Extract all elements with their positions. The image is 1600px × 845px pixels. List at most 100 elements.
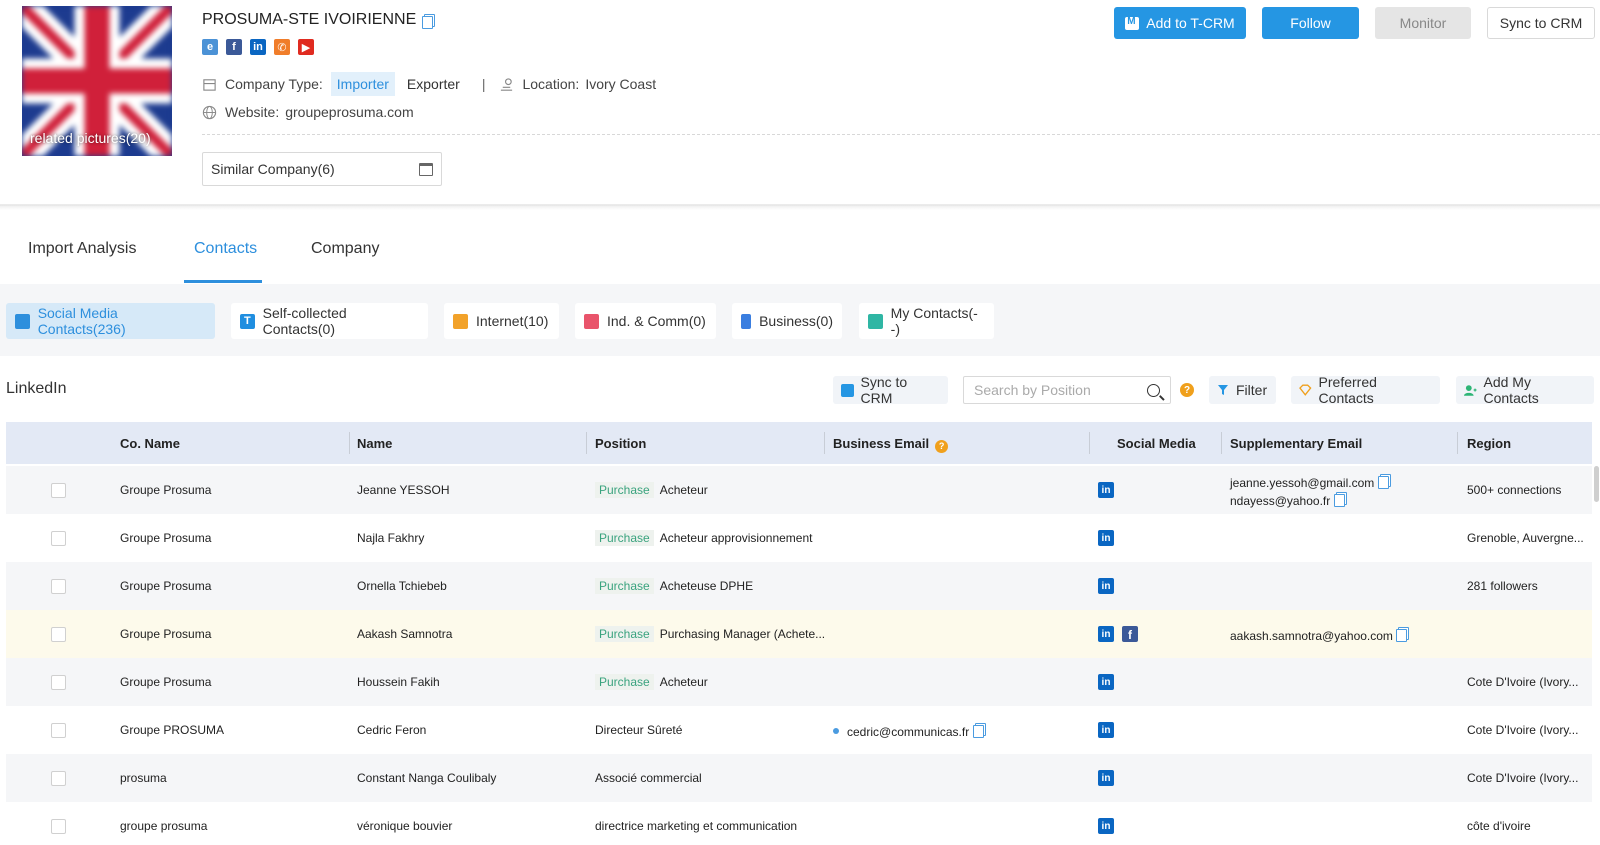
row-checkbox[interactable]: [51, 819, 66, 834]
linkedin-icon[interactable]: in: [1098, 674, 1114, 690]
linkedin-icon[interactable]: in: [1098, 482, 1114, 498]
row-checkbox[interactable]: [51, 531, 66, 546]
linkedin-icon[interactable]: in: [1098, 770, 1114, 786]
sync-to-crm-button[interactable]: Sync to CRM: [1487, 7, 1595, 39]
name-cell[interactable]: Aakash Samnotra: [357, 627, 452, 641]
add-my-label: Add My Contacts: [1483, 374, 1539, 406]
subtab-ind-comm[interactable]: Ind. & Comm(0): [575, 303, 716, 339]
subtab-social-media[interactable]: Social Media Contacts(236): [6, 303, 215, 339]
subtab-internet[interactable]: Internet(10): [444, 303, 559, 339]
company-cell: Groupe Prosuma: [120, 579, 212, 593]
table-row[interactable]: prosuma Constant Nanga Coulibaly Associé…: [6, 754, 1592, 802]
stamp-icon: [584, 313, 599, 329]
linkedin-icon[interactable]: in: [1098, 818, 1114, 834]
table-row[interactable]: Groupe Prosuma Houssein Fakih Purchase Ac…: [6, 658, 1592, 706]
linkedin-icon[interactable]: in: [1098, 530, 1114, 546]
facebook-icon[interactable]: f: [1122, 626, 1138, 642]
col-region[interactable]: Region: [1467, 436, 1511, 451]
col-social-media[interactable]: Social Media: [1117, 436, 1196, 451]
browser-icon[interactable]: e: [202, 39, 218, 55]
position-cell: Purchase Purchasing Manager (Achete...: [595, 626, 825, 642]
supp-email-2[interactable]: ndayess@yahoo.fr: [1230, 494, 1330, 508]
col-name[interactable]: Name: [357, 436, 392, 451]
preferred-contacts-button[interactable]: Preferred Contacts: [1291, 374, 1440, 406]
subtab-my-contacts[interactable]: My Contacts(--): [859, 303, 994, 339]
subtab-business[interactable]: Business(0): [732, 303, 842, 339]
related-pictures-label[interactable]: related pictures(20): [30, 130, 151, 146]
business-email[interactable]: cedric@communicas.fr: [847, 725, 969, 739]
facebook-icon[interactable]: f: [226, 39, 242, 55]
position-cell: Purchase Acheteur: [595, 674, 708, 690]
phone-icon[interactable]: ✆: [274, 39, 290, 55]
position-text: Acheteur: [659, 483, 708, 497]
col-position[interactable]: Position: [595, 436, 646, 451]
add-my-contacts-button[interactable]: Add My Contacts: [1456, 374, 1594, 406]
youtube-icon[interactable]: ▶: [298, 39, 314, 55]
copy-icon[interactable]: [422, 13, 436, 29]
row-checkbox[interactable]: [51, 771, 66, 786]
follow-button[interactable]: Follow: [1262, 7, 1359, 39]
header-shadow: [0, 204, 1600, 210]
add-to-tcrm-button[interactable]: Add to T-CRM: [1114, 7, 1246, 39]
company-cell: Groupe Prosuma: [120, 675, 212, 689]
subtab-label: Business(0): [759, 313, 833, 329]
position-cell: directrice marketing et communication: [595, 819, 798, 833]
table-row[interactable]: groupe prosuma véronique bouvier directr…: [6, 802, 1592, 845]
search-icon[interactable]: [1147, 383, 1160, 397]
company-cell: Groupe Prosuma: [120, 483, 212, 497]
row-checkbox[interactable]: [51, 579, 66, 594]
row-checkbox[interactable]: [51, 483, 66, 498]
col-business-email[interactable]: Business Email?: [833, 436, 949, 453]
linkedin-icon[interactable]: in: [1098, 578, 1114, 594]
supp-email-1[interactable]: aakash.samnotra@yahoo.com: [1230, 629, 1393, 643]
diamond-icon: [1299, 384, 1312, 396]
linkedin-icon[interactable]: in: [1098, 722, 1114, 738]
header-divider: [202, 134, 1600, 135]
tab-import-analysis[interactable]: Import Analysis: [28, 240, 136, 258]
table-header: Co. Name Name Position Business Email? S…: [6, 422, 1592, 464]
tab-contacts[interactable]: Contacts: [194, 240, 257, 258]
name-cell[interactable]: Houssein Fakih: [357, 675, 440, 689]
search-by-position-input[interactable]: Search by Position: [963, 376, 1171, 404]
linkedin-icon[interactable]: in: [250, 39, 266, 55]
copy-icon[interactable]: [972, 723, 986, 738]
subtab-self-collected[interactable]: T Self-collected Contacts(0): [231, 303, 428, 339]
table-row[interactable]: Groupe Prosuma Jeanne YESSOH Purchase Ach…: [6, 466, 1592, 514]
copy-icon[interactable]: [1396, 627, 1410, 642]
name-cell[interactable]: Najla Fakhry: [357, 531, 424, 545]
tab-company[interactable]: Company: [311, 240, 379, 258]
help-icon[interactable]: ?: [935, 440, 949, 453]
table-row[interactable]: Groupe Prosuma Aakash Samnotra Purchase P…: [6, 610, 1592, 658]
col-company[interactable]: Co. Name: [120, 436, 180, 451]
table-row[interactable]: Groupe Prosuma Ornella Tchiebeb Purchase…: [6, 562, 1592, 610]
name-cell[interactable]: Cedric Feron: [357, 723, 426, 737]
row-checkbox[interactable]: [51, 627, 66, 642]
filter-button[interactable]: Filter: [1209, 376, 1276, 404]
name-cell[interactable]: Ornella Tchiebeb: [357, 579, 447, 593]
name-cell[interactable]: véronique bouvier: [357, 819, 452, 833]
similar-company-select[interactable]: Similar Company(6): [202, 152, 442, 186]
help-icon[interactable]: ?: [1180, 383, 1194, 397]
supp-email-1[interactable]: jeanne.yessoh@gmail.com: [1230, 476, 1374, 490]
col-divider: [586, 432, 587, 454]
name-cell[interactable]: Constant Nanga Coulibaly: [357, 771, 496, 785]
copy-icon[interactable]: [1377, 474, 1391, 489]
linkedin-icon[interactable]: in: [1098, 626, 1114, 642]
table-scrollbar[interactable]: [1594, 466, 1599, 502]
monitor-button[interactable]: Monitor: [1375, 7, 1471, 39]
purchase-tag: Purchase: [595, 482, 654, 498]
name-cell[interactable]: Jeanne YESSOH: [357, 483, 450, 497]
company-type-row: Company Type: Importer Exporter | Locati…: [202, 72, 656, 96]
purchase-tag: Purchase: [595, 626, 654, 642]
table-row[interactable]: Groupe PROSUMA Cedric Feron Directeur Sû…: [6, 706, 1592, 754]
table-row[interactable]: Groupe Prosuma Najla Fakhry Purchase Ache…: [6, 514, 1592, 562]
copy-icon[interactable]: [1333, 492, 1347, 507]
company-logo[interactable]: related pictures(20): [22, 6, 172, 156]
website-row: Website: groupeprosuma.com: [202, 104, 414, 120]
position-text: Acheteur approvisionnement: [659, 531, 813, 545]
row-checkbox[interactable]: [51, 675, 66, 690]
table-sync-to-crm-button[interactable]: Sync to CRM: [833, 374, 948, 406]
website-link[interactable]: groupeprosuma.com: [285, 104, 413, 120]
col-supp-email[interactable]: Supplementary Email: [1230, 436, 1362, 451]
row-checkbox[interactable]: [51, 723, 66, 738]
